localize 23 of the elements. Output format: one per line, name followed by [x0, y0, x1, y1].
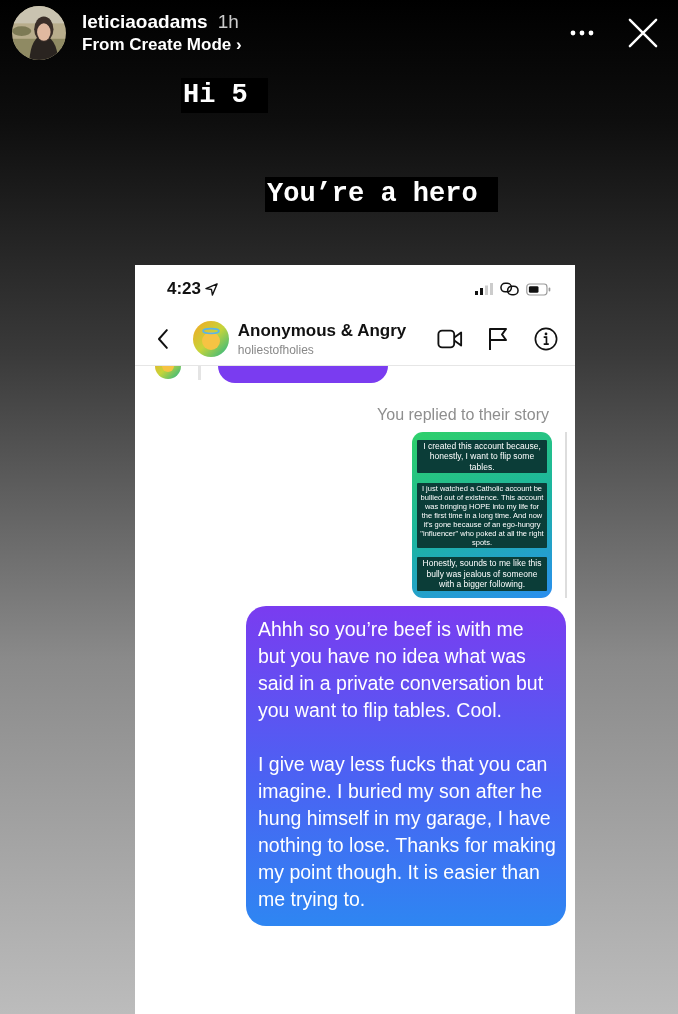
signal-icon	[475, 283, 493, 295]
link-icon	[500, 282, 519, 296]
message-text: Ahhh so you’re beef is with me but you have no idea what was said in a private conversation but you want to flip tables. Cool.	[258, 617, 545, 723]
more-icon[interactable]	[570, 30, 594, 36]
chat-name: Anonymous & Angry	[237, 321, 408, 341]
text-sticker: You’re a hero	[265, 177, 498, 212]
post-time: 1h	[217, 11, 239, 33]
subtitle-link[interactable]: From Create Mode ›	[82, 35, 570, 55]
story-caption: Honestly, sounds to me like this bully was jealous of someone with a bigger following.	[417, 557, 547, 591]
reply-note: You replied to their story	[377, 406, 549, 424]
message-text: I give way less fucks that you can imagine. I buried my son after he hung himself in my garage, I have nothing to lose. Thanks for making my point though. It is easier than me trying to.	[258, 752, 556, 912]
clock-time: 4:23	[167, 279, 202, 299]
chat-handle: holiestofholies	[237, 343, 315, 357]
video-call-icon[interactable]	[437, 327, 463, 351]
battery-icon	[526, 282, 551, 296]
story-caption: I created this account because, honestly, I want to flip some tables.	[417, 439, 547, 473]
text-sticker: Hi 5	[181, 78, 268, 113]
location-arrow-icon	[205, 282, 219, 296]
back-icon[interactable]	[157, 328, 169, 350]
username[interactable]: leticiaoadams	[82, 11, 208, 33]
close-icon[interactable]	[628, 18, 658, 48]
story-preview[interactable]	[412, 432, 552, 598]
info-icon[interactable]	[533, 327, 559, 351]
